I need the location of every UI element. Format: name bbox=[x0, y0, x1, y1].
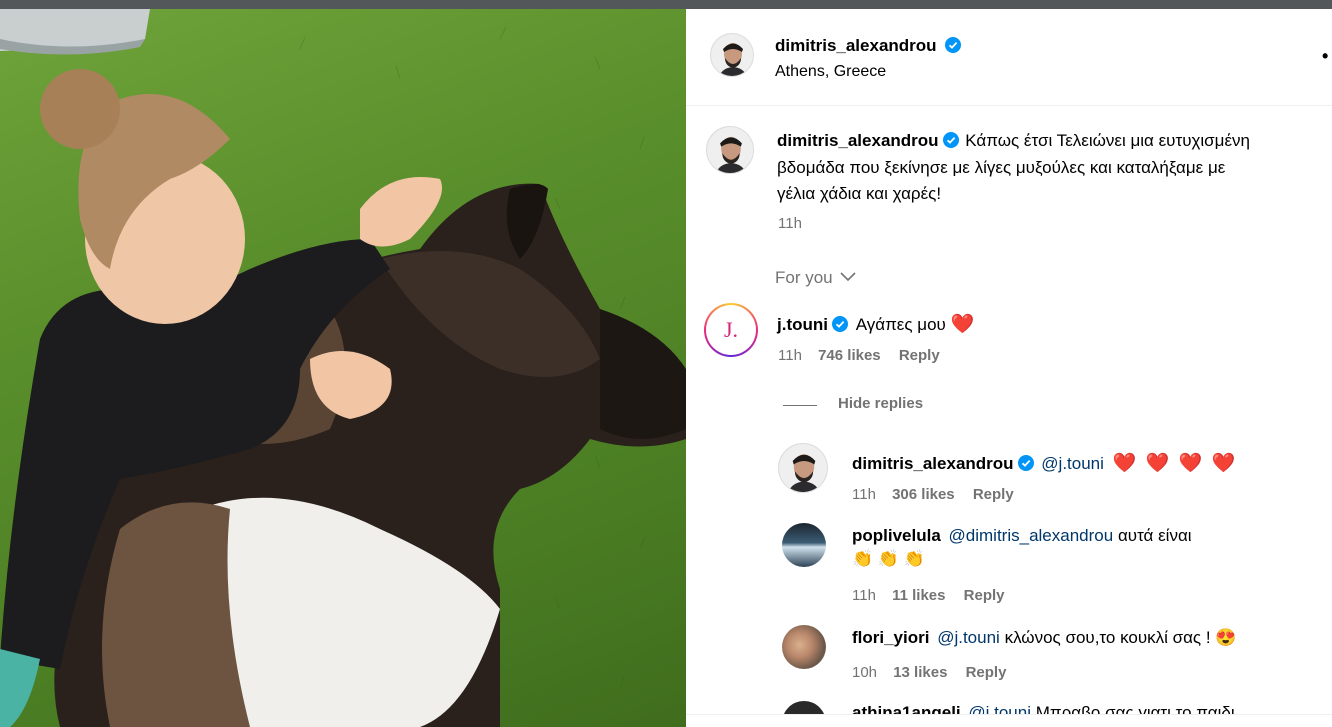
heart-emoji-icon: ❤️ bbox=[950, 314, 975, 335]
caption-timestamp[interactable]: 11h bbox=[778, 215, 802, 232]
reply-username[interactable]: dimitris_alexandrou bbox=[852, 454, 1014, 473]
hide-replies-button[interactable]: Hide replies bbox=[838, 395, 923, 412]
caption-text-1: Κάπως έτσι Τελειώνει μια ευτυχισμένη bbox=[965, 131, 1251, 150]
reply-likes[interactable]: 306 likes bbox=[892, 486, 955, 503]
jtouni-logo: J. bbox=[706, 305, 756, 355]
caption-text-2: βδομάδα που ξεκίνησε με λίγες μυξούλες κ… bbox=[777, 158, 1226, 177]
verified-badge-icon bbox=[945, 37, 962, 53]
reply-flori: flori_yiori @j.touni κλώνος σου,το κουκλ… bbox=[852, 628, 1236, 648]
author-avatar[interactable] bbox=[710, 33, 754, 77]
reply-meta-dimitris: 11h 306 likes Reply bbox=[852, 486, 1014, 503]
chevron-down-icon bbox=[840, 272, 856, 282]
reply-text: κλώνος σου,το κουκλί σας ! bbox=[1004, 628, 1211, 647]
reply-button[interactable]: Reply bbox=[964, 587, 1005, 604]
browser-top-strip bbox=[0, 0, 1332, 9]
comment-username[interactable]: j.touni bbox=[777, 315, 828, 334]
caption-text-3: γέλια χάδια και χαρές! bbox=[777, 184, 942, 203]
reply-time[interactable]: 11h bbox=[852, 587, 876, 604]
verified-badge-icon bbox=[942, 132, 959, 148]
reply-avatar-flori[interactable] bbox=[782, 625, 826, 669]
footer-strip bbox=[686, 715, 1332, 727]
comment-text: Αγάπες μου bbox=[855, 315, 946, 334]
replies-divider-line bbox=[783, 405, 817, 406]
post-photo[interactable] bbox=[0, 9, 686, 727]
reply-avatar-poplivelula[interactable] bbox=[782, 523, 826, 567]
header-username-link[interactable]: dimitris_alexandrou bbox=[775, 36, 937, 55]
post-details-panel: dimitris_alexandrou Athens, Greece • dim… bbox=[686, 9, 1332, 727]
hearts-emoji-icon: ❤️ ❤️ ❤️ ❤️ bbox=[1112, 453, 1238, 474]
reply-time[interactable]: 10h bbox=[852, 664, 877, 681]
comment-filter-label: For you bbox=[775, 268, 833, 287]
clap-emoji-icon: 👏 👏 👏 bbox=[852, 549, 925, 568]
header-username[interactable]: dimitris_alexandrou bbox=[775, 36, 962, 56]
profile-photo-icon bbox=[711, 34, 753, 76]
verified-badge-icon bbox=[1017, 455, 1034, 471]
reply-button[interactable]: Reply bbox=[899, 347, 940, 364]
caption-line-1: dimitris_alexandrou Κάπως έτσι Τελειώνει… bbox=[777, 131, 1250, 151]
reply-button[interactable]: Reply bbox=[966, 664, 1007, 681]
comment-time[interactable]: 11h bbox=[778, 347, 802, 364]
post-location[interactable]: Athens, Greece bbox=[775, 63, 886, 81]
jtouni-logo-letter: J. bbox=[723, 317, 739, 342]
profile-photo-icon bbox=[707, 127, 753, 173]
header-divider bbox=[686, 105, 1332, 106]
reply-meta-flori: 10h 13 likes Reply bbox=[852, 664, 1006, 681]
reply-likes[interactable]: 11 likes bbox=[892, 587, 945, 604]
more-options-button[interactable]: • bbox=[1322, 46, 1328, 67]
comment-meta-jtouni: 11h 746 likes Reply bbox=[778, 347, 940, 364]
reply-button[interactable]: Reply bbox=[973, 486, 1014, 503]
verified-badge-icon bbox=[831, 316, 848, 332]
caption-username[interactable]: dimitris_alexandrou bbox=[777, 131, 939, 150]
reply-mention-link[interactable]: @dimitris_alexandrou bbox=[949, 526, 1114, 545]
reply-mention-link[interactable]: @j.touni bbox=[1041, 454, 1104, 473]
reply-likes[interactable]: 13 likes bbox=[893, 664, 947, 681]
comment-likes[interactable]: 746 likes bbox=[818, 347, 881, 364]
caption-author-avatar[interactable] bbox=[706, 126, 754, 174]
heart-eyes-emoji-icon: 😍 bbox=[1215, 628, 1237, 647]
commenter-avatar-jtouni[interactable]: J. bbox=[704, 303, 758, 357]
reply-dimitris: dimitris_alexandrou @j.touni ❤️ ❤️ ❤️ ❤️ bbox=[852, 451, 1237, 475]
photo-illustration bbox=[0, 9, 686, 727]
reply-username[interactable]: flori_yiori bbox=[852, 628, 929, 647]
reply-text: αυτά είναι bbox=[1117, 526, 1192, 545]
reply-time[interactable]: 11h bbox=[852, 486, 876, 503]
reply-poplivelula: poplivelula @dimitris_alexandrou αυτά εί… bbox=[852, 526, 1192, 546]
reply-username[interactable]: poplivelula bbox=[852, 526, 941, 545]
profile-photo-icon bbox=[779, 444, 827, 492]
reply-mention-link[interactable]: @j.touni bbox=[937, 628, 1000, 647]
comment-filter-dropdown[interactable]: For you bbox=[775, 268, 856, 288]
reply-avatar-dimitris[interactable] bbox=[778, 443, 828, 493]
comment-jtouni: j.touni Αγάπες μου ❤️ bbox=[777, 312, 974, 336]
reply-meta-poplivelula: 11h 11 likes Reply bbox=[852, 587, 1005, 604]
